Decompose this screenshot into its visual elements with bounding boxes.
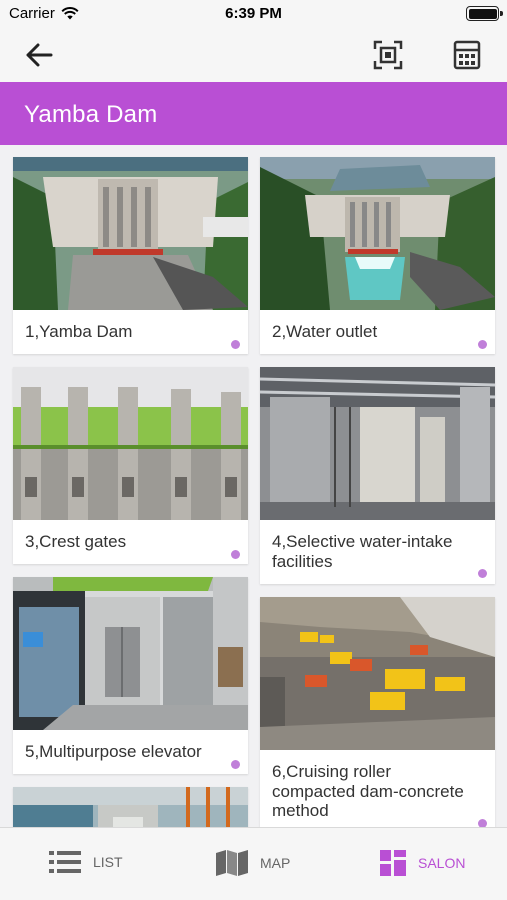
list-icon	[49, 851, 81, 873]
battery-icon	[466, 6, 503, 21]
status-bar: Carrier 6:39 PM	[0, 0, 507, 28]
spot-card-6[interactable]: 6,Cruising roller compacted dam-concrete…	[260, 597, 495, 827]
tab-list[interactable]: LIST	[49, 850, 123, 874]
spot-card-label: 1,Yamba Dam	[25, 322, 133, 341]
spot-grid: 1,Yamba Dam 2,Water outlet 3,Crest gates…	[0, 145, 507, 827]
spot-card-label: 5,Multipurpose elevator	[25, 742, 202, 761]
scan-button[interactable]	[371, 38, 405, 72]
water-outlet-photo	[260, 157, 495, 310]
tab-list-label: LIST	[93, 854, 123, 870]
tab-map[interactable]: MAP	[216, 850, 290, 876]
status-dot	[231, 340, 240, 349]
spot-card-2[interactable]: 2,Water outlet	[260, 157, 495, 354]
spot-card-4[interactable]: 4,Selective water-intake facilities	[260, 367, 495, 584]
dam-aerial-photo	[13, 157, 248, 310]
tab-salon[interactable]: SALON	[380, 850, 465, 876]
spot-card-1[interactable]: 1,Yamba Dam	[13, 157, 248, 354]
status-dot	[478, 819, 487, 827]
tab-salon-label: SALON	[418, 855, 466, 871]
crest-gates-photo	[13, 367, 248, 520]
tab-map-label: MAP	[260, 855, 291, 871]
status-dot	[231, 550, 240, 559]
grid-icon	[380, 850, 406, 876]
intake-facility-photo	[260, 367, 495, 520]
spot-card-5[interactable]: 5,Multipurpose elevator	[13, 577, 248, 774]
arrow-left-icon	[26, 43, 53, 67]
status-dot	[231, 760, 240, 769]
map-icon	[216, 850, 248, 876]
spot-card-label: 2,Water outlet	[272, 322, 378, 341]
spot-card-3[interactable]: 3,Crest gates	[13, 367, 248, 564]
calculator-icon	[453, 40, 481, 70]
page-title: Yamba Dam	[24, 101, 158, 128]
title-bar: Yamba Dam	[0, 82, 507, 145]
spot-card-label: 6,Cruising roller compacted dam-concrete…	[272, 762, 464, 820]
status-dot	[478, 569, 487, 578]
back-button[interactable]	[22, 38, 56, 72]
qr-scan-icon	[373, 40, 403, 70]
status-dot	[478, 340, 487, 349]
spot-card-label: 3,Crest gates	[25, 532, 127, 551]
elevator-photo	[13, 577, 248, 730]
building-interior-photo	[13, 787, 248, 827]
spot-card-7[interactable]	[13, 787, 248, 827]
spot-card-label: 4,Selective water-intake facilities	[272, 532, 453, 571]
construction-site-photo	[260, 597, 495, 750]
bottom-tab-bar: LIST MAP SALON	[0, 827, 507, 900]
nav-bar	[0, 28, 507, 82]
status-time: 6:39 PM	[225, 5, 282, 22]
calculator-button[interactable]	[450, 38, 484, 72]
